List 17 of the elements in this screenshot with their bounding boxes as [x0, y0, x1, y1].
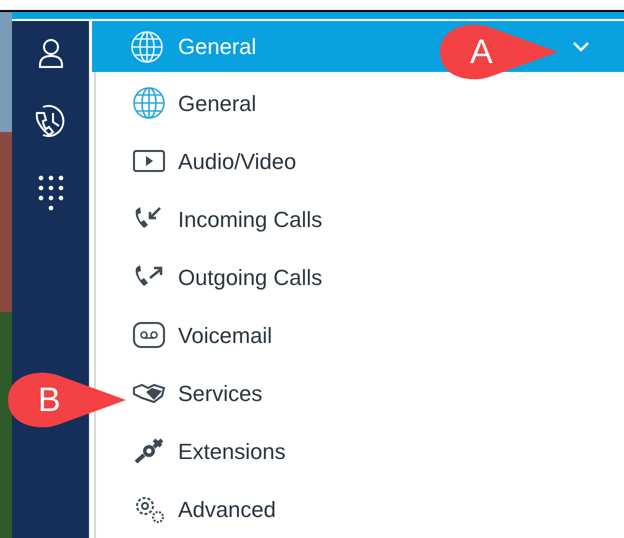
dialpad-icon[interactable] [36, 173, 66, 211]
voicemail-icon [132, 320, 166, 350]
menu-item[interactable]: Audio/Video [96, 132, 624, 190]
chevron-down-icon [572, 40, 590, 52]
globe-icon [130, 30, 164, 64]
menu-item[interactable]: Voicemail [96, 306, 624, 364]
menu-item[interactable]: Outgoing Calls [96, 248, 624, 306]
menu-item[interactable]: Advanced [96, 480, 624, 538]
plug-icon [132, 436, 166, 466]
menu-item[interactable]: Services [96, 364, 624, 422]
menu-item[interactable]: General [96, 74, 624, 132]
dropdown-value: General [178, 33, 256, 61]
menu-item[interactable]: Incoming Calls [96, 190, 624, 248]
menu-item[interactable]: Extensions [96, 422, 624, 480]
globe-icon [132, 86, 166, 120]
callout-label: B [38, 380, 61, 420]
callout-label: A [470, 32, 493, 72]
